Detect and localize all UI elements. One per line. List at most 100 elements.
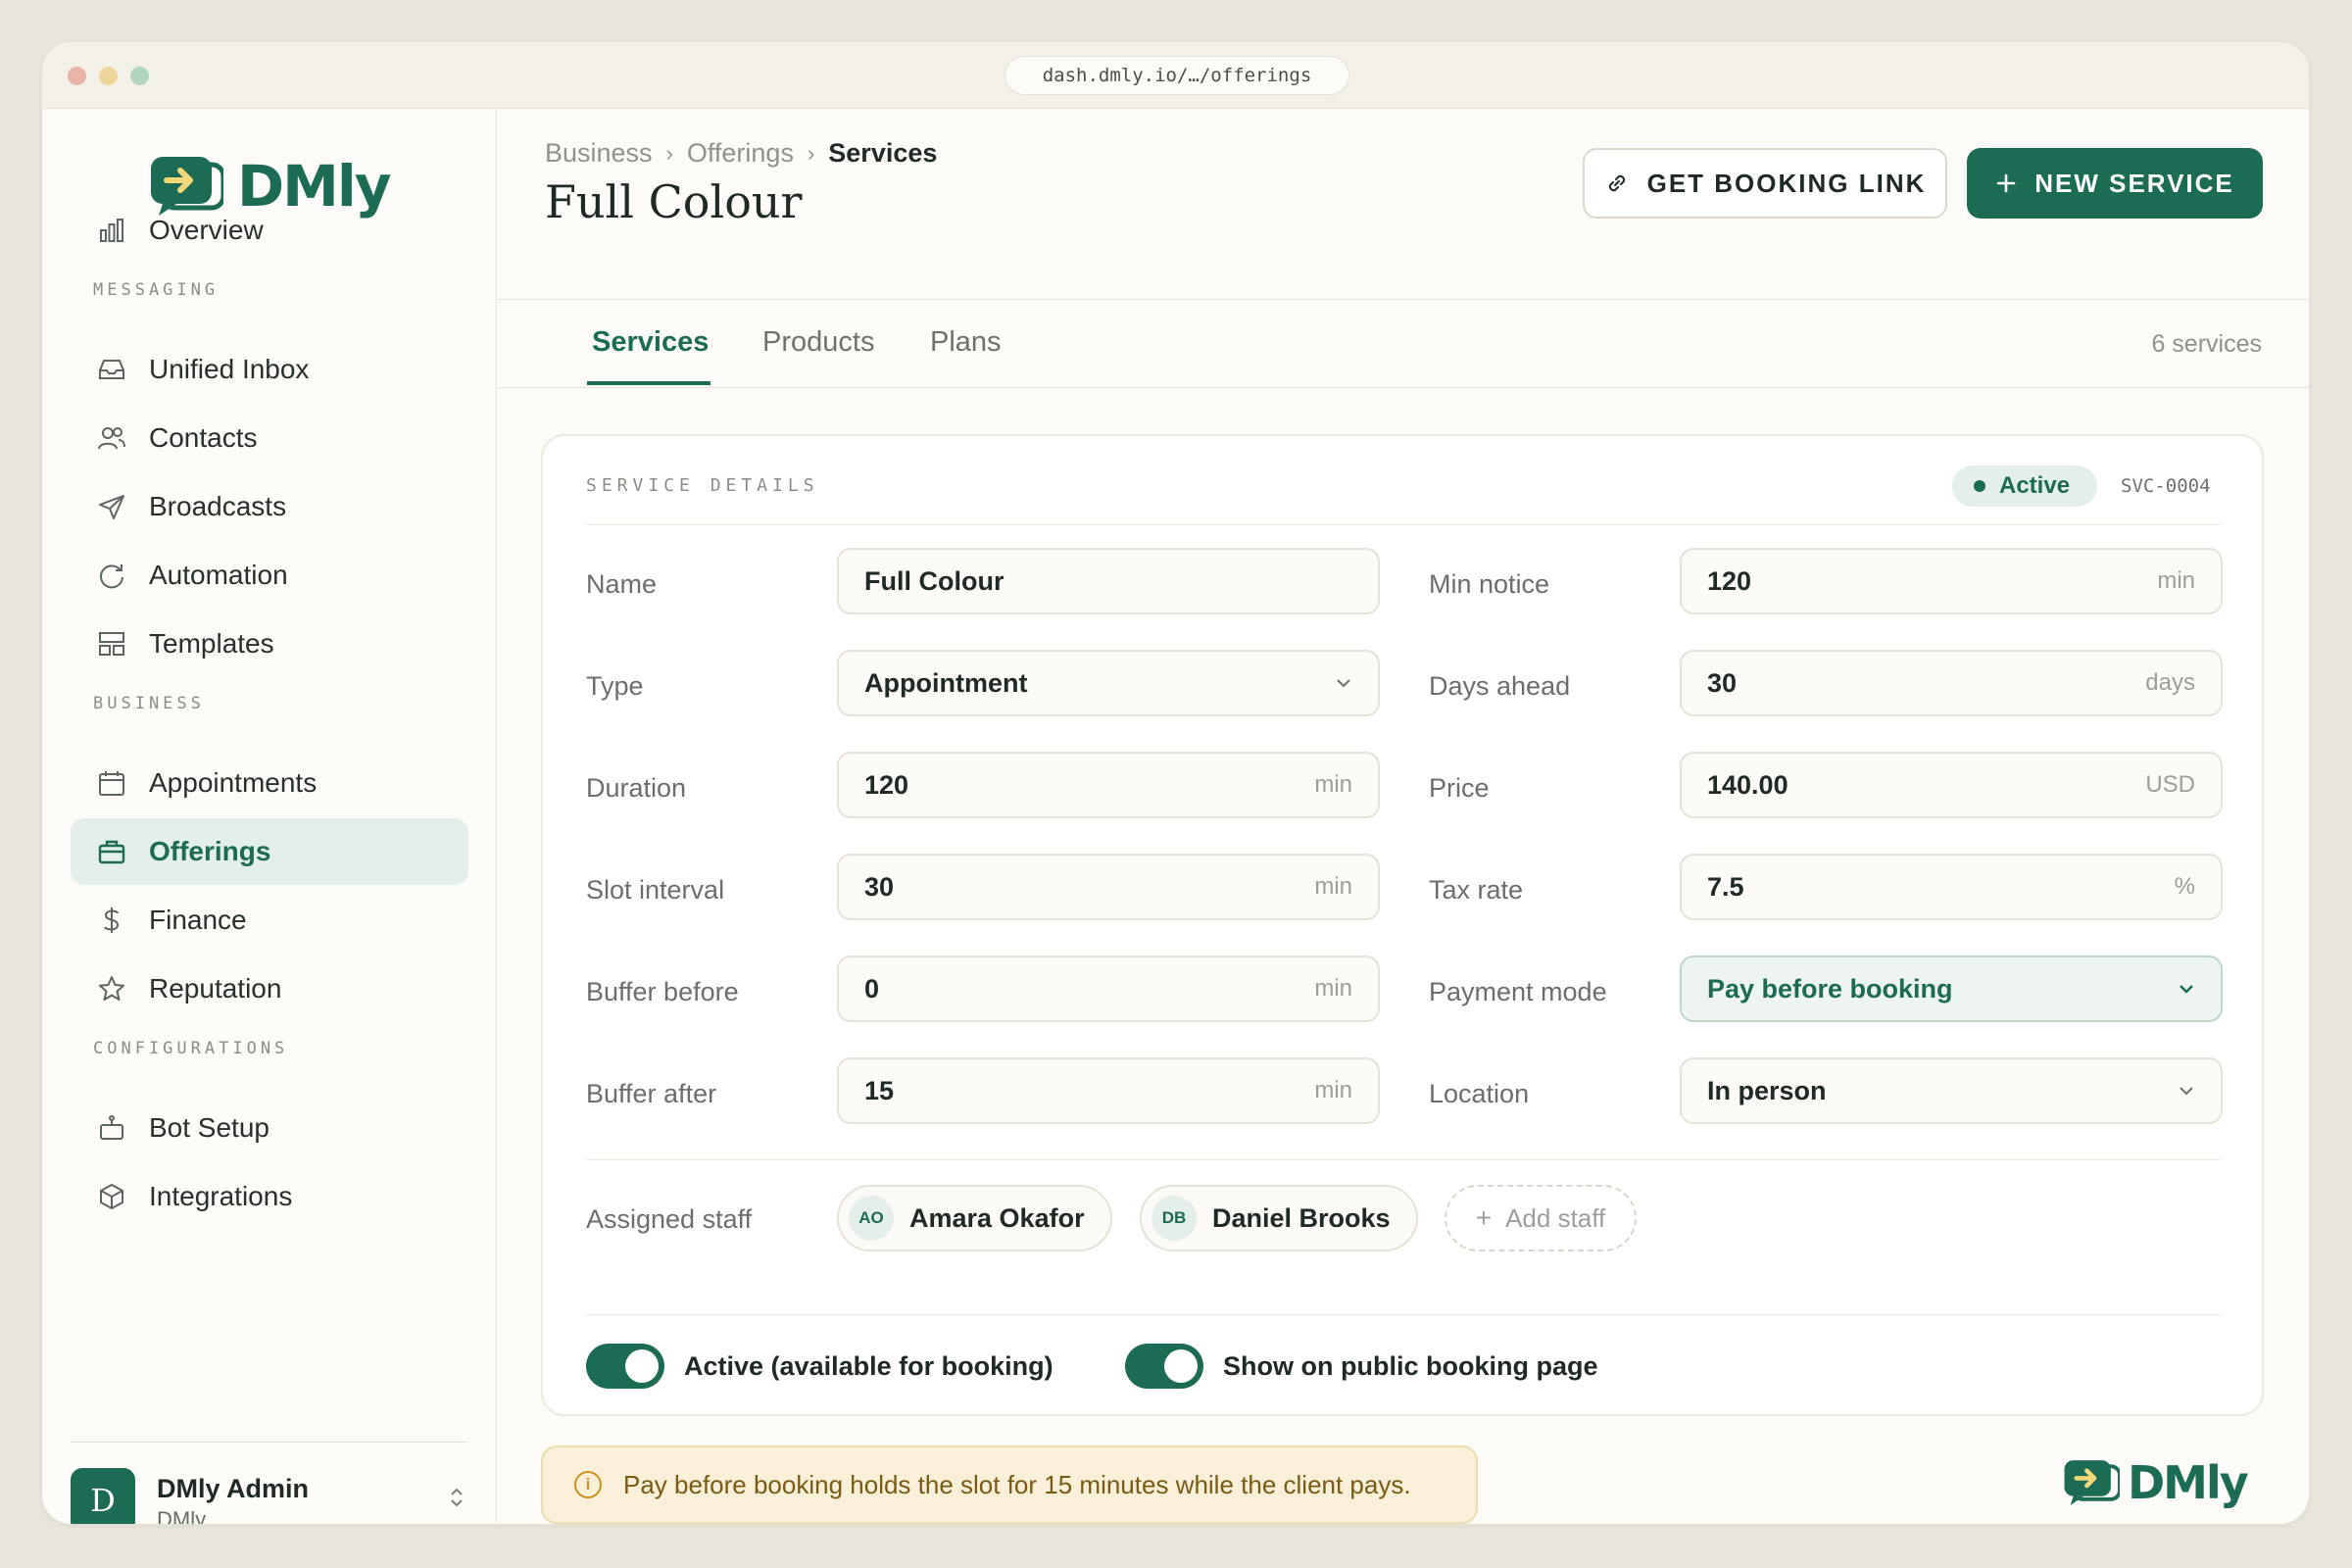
sidebar: DMly Overview MESSAGING Unified Inbox Co… [42, 109, 497, 1524]
sidebar-item-label: Offerings [149, 836, 271, 866]
user-menu[interactable]: D DMly Admin DMly [71, 1442, 468, 1524]
cube-icon [96, 1181, 127, 1212]
buffer-after-unit: min [1314, 1077, 1352, 1103]
brand-watermark: DMly [2063, 1456, 2249, 1509]
days-ahead-input[interactable]: 30 days [1680, 650, 2223, 716]
public-page-toggle-label: Show on public booking page [1223, 1351, 1598, 1381]
tab-products[interactable]: Products [762, 326, 874, 359]
active-toggle-label: Active (available for booking) [684, 1351, 1054, 1381]
staff-initials: DB [1152, 1196, 1197, 1241]
location-label: Location [1429, 1079, 1530, 1108]
active-toggle[interactable] [586, 1344, 664, 1389]
active-tab-indicator [587, 381, 710, 385]
bot-icon [96, 1112, 127, 1144]
slot-interval-input[interactable]: 30 min [837, 854, 1380, 920]
chevron-right-icon: › [807, 140, 815, 166]
plus-icon [1996, 173, 2016, 193]
price-label: Price [1429, 773, 1490, 803]
sidebar-item-broadcasts[interactable]: Broadcasts [71, 473, 468, 540]
sidebar-item-overview[interactable]: Overview [71, 197, 468, 264]
new-service-button[interactable]: NEW SERVICE [1967, 148, 2263, 219]
contacts-icon [96, 422, 127, 454]
sidebar-item-finance[interactable]: Finance [71, 887, 468, 954]
sidebar-item-label: Unified Inbox [149, 354, 310, 384]
buffer-after-label: Buffer after [586, 1079, 717, 1108]
notice-text: Pay before booking holds the slot for 15… [623, 1469, 1411, 1499]
sidebar-item-unified-inbox[interactable]: Unified Inbox [71, 336, 468, 403]
name-label: Name [586, 569, 658, 599]
buffer-after-input[interactable]: 15 min [837, 1057, 1380, 1124]
staff-chip[interactable]: DB Daniel Brooks [1140, 1185, 1418, 1251]
chevron-down-icon [1337, 679, 1350, 688]
tax-rate-label: Tax rate [1429, 875, 1524, 905]
buffer-before-input[interactable]: 0 min [837, 956, 1380, 1022]
breadcrumb-business[interactable]: Business [545, 138, 653, 169]
tab-services[interactable]: Services [592, 326, 709, 359]
tax-rate-input[interactable]: 7.5 % [1680, 854, 2223, 920]
duration-input[interactable]: 120 min [837, 752, 1380, 818]
sidebar-item-contacts[interactable]: Contacts [71, 405, 468, 471]
min-notice-input[interactable]: 120 min [1680, 548, 2223, 614]
bar-chart-icon [96, 215, 127, 246]
duration-unit: min [1314, 771, 1352, 798]
sidebar-item-automation[interactable]: Automation [71, 542, 468, 609]
page-title: Full Colour [545, 175, 803, 228]
location-select[interactable]: In person [1680, 1057, 2223, 1124]
buffer-after-value: 15 [864, 1075, 895, 1105]
info-notice: i Pay before booking holds the slot for … [541, 1446, 1478, 1524]
sidebar-item-label: Broadcasts [149, 491, 287, 521]
days-ahead-value: 30 [1707, 667, 1738, 698]
minimize-window-dot[interactable] [99, 67, 118, 85]
type-value: Appointment [864, 667, 1028, 698]
status-dot-icon [1974, 480, 1985, 492]
card-divider [586, 1159, 2221, 1160]
duration-label: Duration [586, 773, 687, 803]
chevron-updown-icon[interactable] [449, 1486, 465, 1515]
sidebar-item-label: Overview [149, 215, 264, 245]
chevron-down-icon [2180, 1087, 2193, 1096]
status-badge: Active [1952, 466, 2097, 507]
calendar-icon [96, 767, 127, 799]
min-notice-unit: min [2157, 567, 2195, 594]
dollar-icon [96, 905, 127, 936]
sidebar-item-integrations[interactable]: Integrations [71, 1163, 468, 1230]
chevron-down-icon [2180, 985, 2193, 994]
price-value: 140.00 [1707, 769, 1788, 800]
breadcrumb-offerings[interactable]: Offerings [687, 138, 794, 169]
app-window: dash.dmly.io/…/offerings DMly Overview M… [42, 42, 2309, 1524]
avatar: D [71, 1468, 135, 1524]
logo-icon [2064, 1460, 2120, 1505]
sidebar-item-offerings[interactable]: Offerings [71, 818, 468, 885]
section-label-configurations: CONFIGURATIONS [93, 1039, 289, 1058]
briefcase-icon [96, 836, 127, 867]
sidebar-item-templates[interactable]: Templates [71, 611, 468, 677]
refresh-icon [96, 560, 127, 591]
address-bar[interactable]: dash.dmly.io/…/offerings [1004, 56, 1349, 95]
sidebar-item-reputation[interactable]: Reputation [71, 956, 468, 1022]
payment-mode-select[interactable]: Pay before booking [1680, 956, 2223, 1022]
sidebar-item-appointments[interactable]: Appointments [71, 750, 468, 816]
sidebar-item-label: Integrations [149, 1181, 293, 1211]
user-name: DMly Admin [157, 1474, 309, 1503]
type-label: Type [586, 671, 644, 701]
section-label-business: BUSINESS [93, 694, 205, 713]
sidebar-item-bot-setup[interactable]: Bot Setup [71, 1095, 468, 1161]
public-page-toggle[interactable] [1125, 1344, 1203, 1389]
staff-initials: AO [849, 1196, 894, 1241]
buffer-before-value: 0 [864, 973, 880, 1004]
star-icon [96, 973, 127, 1004]
breadcrumb-services: Services [828, 138, 938, 168]
slot-interval-label: Slot interval [586, 875, 725, 905]
name-input[interactable]: Full Colour [837, 548, 1380, 614]
type-select[interactable]: Appointment [837, 650, 1380, 716]
buffer-before-unit: min [1314, 975, 1352, 1002]
staff-name: Amara Okafor [909, 1202, 1085, 1233]
add-staff-button[interactable]: + Add staff [1445, 1185, 1637, 1251]
main-content: Business › Offerings › Services Full Col… [497, 109, 2309, 1524]
close-window-dot[interactable] [68, 67, 86, 85]
maximize-window-dot[interactable] [130, 67, 149, 85]
price-input[interactable]: 140.00 USD [1680, 752, 2223, 818]
staff-chip[interactable]: AO Amara Okafor [837, 1185, 1112, 1251]
tab-plans[interactable]: Plans [930, 326, 1002, 359]
get-booking-link-button[interactable]: GET BOOKING LINK [1583, 148, 1947, 219]
